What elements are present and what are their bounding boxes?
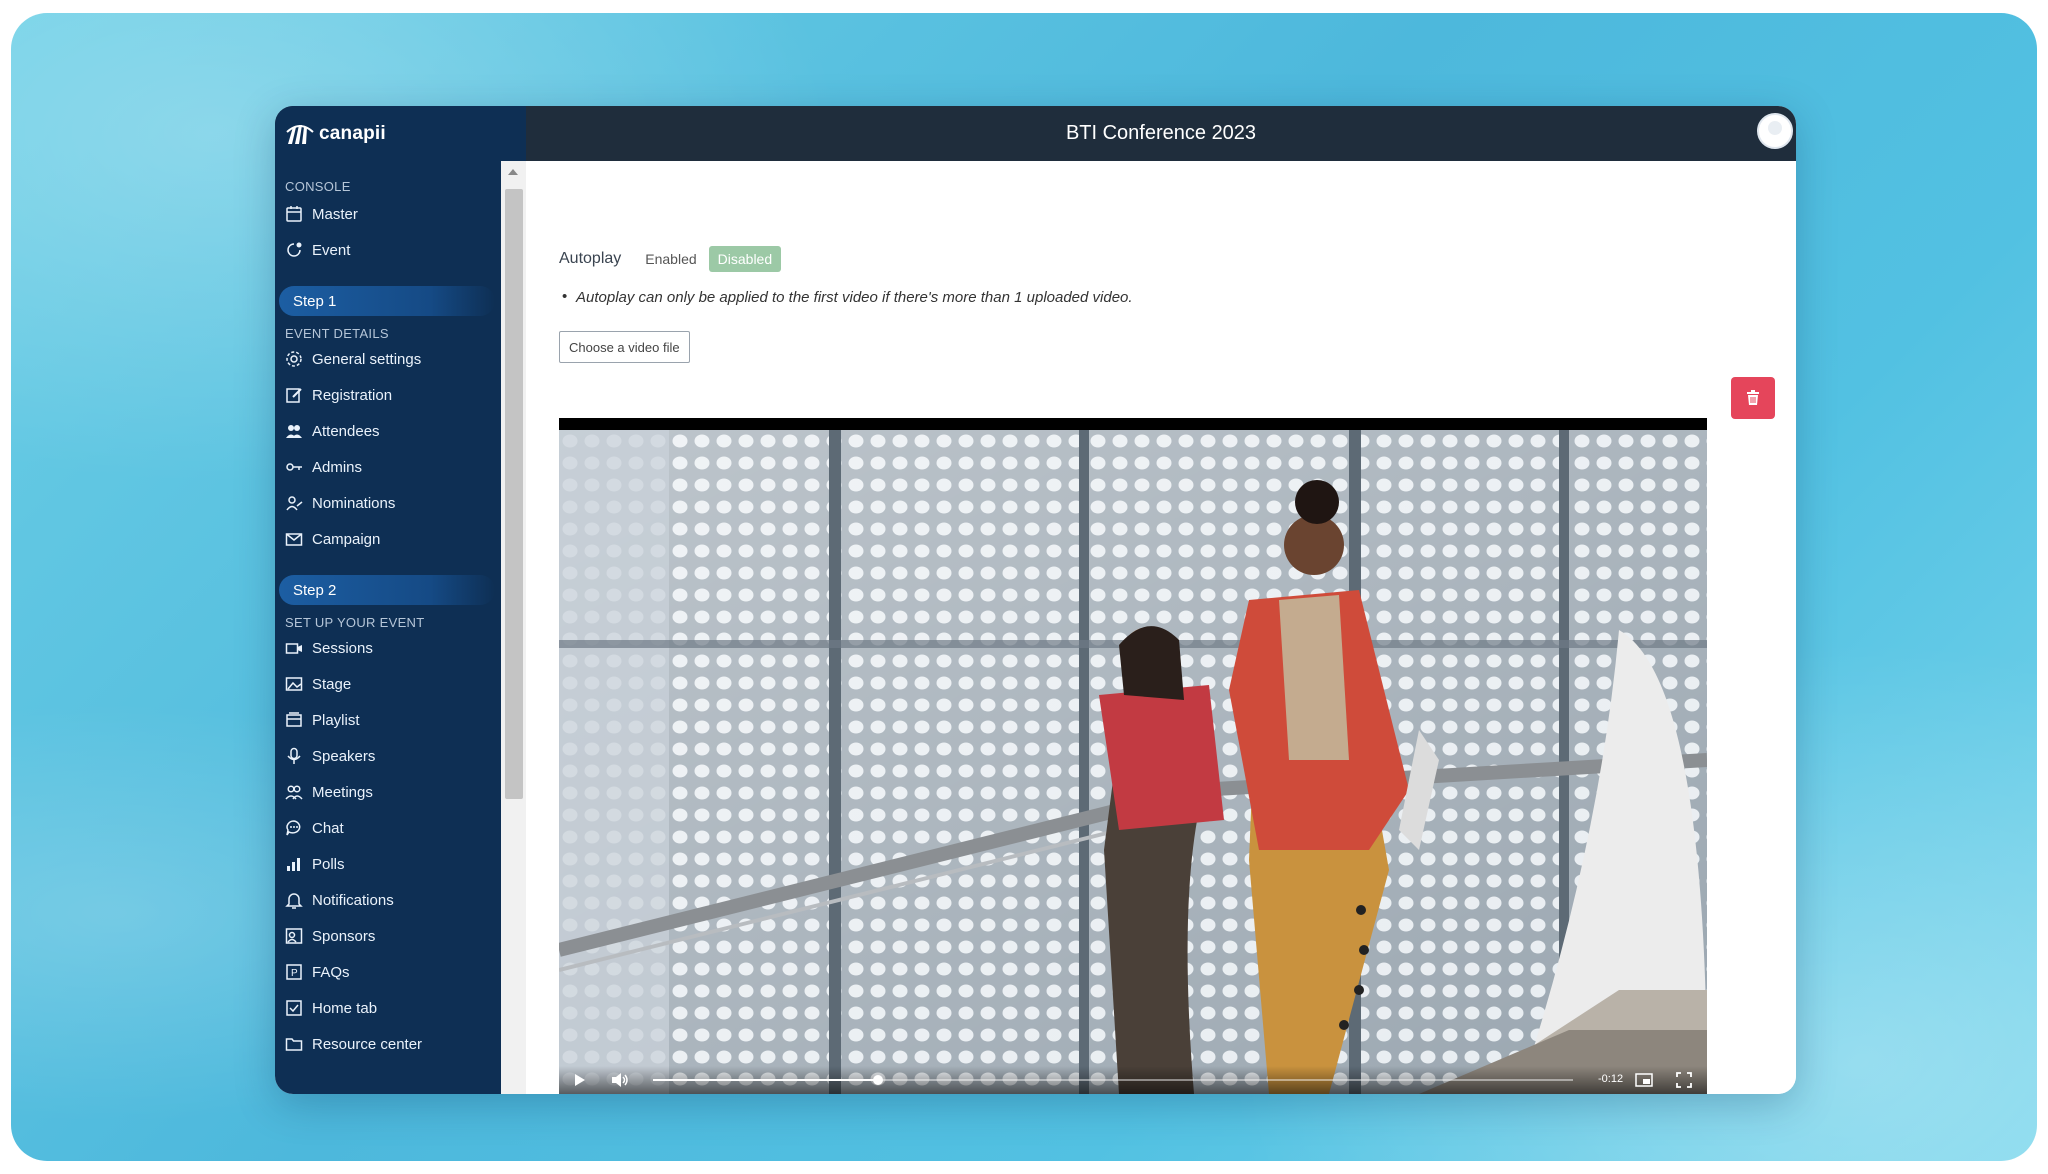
sidebar-item-nominations[interactable]: Nominations	[275, 485, 501, 521]
delete-video-button[interactable]	[1731, 377, 1775, 419]
sidebar-item-speakers[interactable]: Speakers	[275, 738, 501, 774]
step-1[interactable]: Step 1	[279, 286, 495, 316]
sidebar-item-sponsors[interactable]: Sponsors	[275, 918, 501, 954]
picture-in-picture-icon[interactable]	[1635, 1072, 1653, 1088]
sidebar-scrollbar[interactable]	[501, 161, 526, 1094]
choose-video-button[interactable]: Choose a video file	[559, 331, 690, 363]
microphone-icon	[287, 747, 301, 764]
checkbox-icon	[286, 1000, 302, 1016]
sidebar-item-label: Speakers	[312, 747, 376, 765]
sidebar-item-master[interactable]: Master	[275, 196, 501, 232]
sidebar-item-label: Campaign	[312, 530, 381, 548]
sidebar-item-label: Meetings	[312, 783, 373, 801]
sidebar-item-notifications[interactable]: Notifications	[275, 882, 501, 918]
sidebar-item-sessions[interactable]: Sessions	[275, 630, 501, 666]
sidebar: CONSOLE Master Event Step 1 EVENT DETAIL…	[275, 161, 501, 1094]
sidebar-item-label: Sessions	[312, 639, 373, 657]
svg-text:P: P	[291, 968, 298, 979]
autoplay-label: Autoplay	[559, 250, 622, 267]
sidebar-item-resource-center[interactable]: Resource center	[275, 1026, 501, 1062]
sidebar-item-label: Sponsors	[312, 927, 376, 945]
logo[interactable]: canapii	[275, 106, 526, 161]
sidebar-item-label: Attendees	[312, 422, 380, 440]
background-frame: canapii BTI Conference 2023 CONSOLE Mast…	[11, 13, 2037, 1161]
canapii-logo-icon	[286, 124, 314, 144]
folder-icon	[285, 1038, 303, 1051]
user-add-icon	[286, 496, 303, 511]
step-2[interactable]: Step 2	[279, 575, 495, 605]
sidebar-item-label: Stage	[312, 675, 352, 693]
sidebar-item-label: Event	[312, 241, 351, 259]
video-frame	[559, 430, 1707, 1094]
app-window: canapii BTI Conference 2023 CONSOLE Mast…	[275, 106, 1796, 1094]
bar-chart-icon	[287, 858, 300, 871]
key-icon	[286, 463, 302, 471]
sidebar-item-label: Master	[312, 205, 358, 223]
sidebar-item-label: General settings	[312, 350, 422, 368]
top-bar: canapii BTI Conference 2023	[275, 106, 1796, 161]
video-progress-fill	[653, 1079, 879, 1081]
sidebar-item-general-settings[interactable]: General settings	[275, 341, 501, 377]
video-camera-icon	[285, 643, 302, 654]
sidebar-item-label: Admins	[312, 458, 363, 476]
sidebar-item-label: Chat	[312, 819, 344, 837]
scroll-up-arrow-icon[interactable]	[508, 169, 518, 175]
volume-icon[interactable]	[611, 1072, 629, 1088]
sidebar-item-label: Playlist	[312, 711, 360, 729]
scroll-thumb[interactable]	[505, 189, 523, 799]
playlist-icon	[286, 712, 302, 727]
video-progress-bar[interactable]	[653, 1075, 1573, 1085]
autoplay-enabled-option[interactable]: Enabled	[635, 245, 706, 273]
sidebar-item-admins[interactable]: Admins	[275, 449, 501, 485]
event-title: BTI Conference 2023	[1065, 122, 1257, 144]
sponsors-icon	[285, 928, 303, 944]
fullscreen-icon[interactable]	[1676, 1072, 1692, 1088]
sidebar-item-stage[interactable]: Stage	[275, 666, 501, 702]
sidebar-item-playlist[interactable]: Playlist	[275, 702, 501, 738]
autoplay-toggle-row: Autoplay Enabled Disabled	[559, 245, 782, 273]
sidebar-item-home-tab[interactable]: Home tab	[275, 990, 501, 1026]
sidebar-item-chat[interactable]: Chat	[275, 810, 501, 846]
event-icon	[287, 242, 302, 257]
section-console: CONSOLE	[285, 179, 351, 194]
sidebar-item-campaign[interactable]: Campaign	[275, 521, 501, 557]
sidebar-item-label: Notifications	[312, 891, 394, 909]
brand-name: canapii	[319, 122, 386, 144]
faq-icon: P	[286, 964, 302, 980]
people-icon	[285, 785, 303, 800]
sidebar-item-label: Polls	[312, 855, 345, 873]
section-event-details: EVENT DETAILS	[285, 326, 389, 341]
sidebar-item-meetings[interactable]: Meetings	[275, 774, 501, 810]
sidebar-item-label: Nominations	[312, 494, 396, 512]
main-content: Autoplay Enabled Disabled Autoplay can o…	[526, 161, 1796, 1094]
sidebar-item-label: Registration	[312, 386, 393, 404]
video-player[interactable]: -0:12	[559, 418, 1707, 1094]
sidebar-item-attendees[interactable]: Attendees	[275, 413, 501, 449]
sidebar-item-label: Home tab	[312, 999, 378, 1017]
video-time-remaining: -0:12	[1598, 1073, 1624, 1085]
user-avatar[interactable]	[1757, 113, 1793, 149]
people-icon	[286, 425, 302, 438]
edit-icon	[286, 388, 302, 403]
sidebar-item-registration[interactable]: Registration	[275, 377, 501, 413]
section-setup-event: SET UP YOUR EVENT	[285, 615, 425, 630]
bell-icon	[285, 893, 303, 909]
chat-icon	[286, 820, 301, 836]
trash-icon	[1747, 390, 1759, 405]
sidebar-item-label: FAQs	[312, 963, 350, 981]
autoplay-note: Autoplay can only be applied to the firs…	[562, 288, 1133, 306]
envelope-icon	[285, 533, 303, 546]
sidebar-item-faqs[interactable]: P FAQs	[275, 954, 501, 990]
autoplay-disabled-option[interactable]: Disabled	[708, 246, 782, 272]
video-progress-knob[interactable]	[873, 1075, 884, 1085]
video-controls: -0:12	[559, 1066, 1707, 1094]
play-icon[interactable]	[573, 1072, 587, 1088]
calendar-icon	[286, 206, 302, 222]
gear-icon	[286, 351, 302, 367]
image-icon	[285, 677, 303, 691]
sidebar-item-event[interactable]: Event	[275, 232, 501, 268]
sidebar-item-label: Resource center	[312, 1035, 423, 1053]
sidebar-item-polls[interactable]: Polls	[275, 846, 501, 882]
